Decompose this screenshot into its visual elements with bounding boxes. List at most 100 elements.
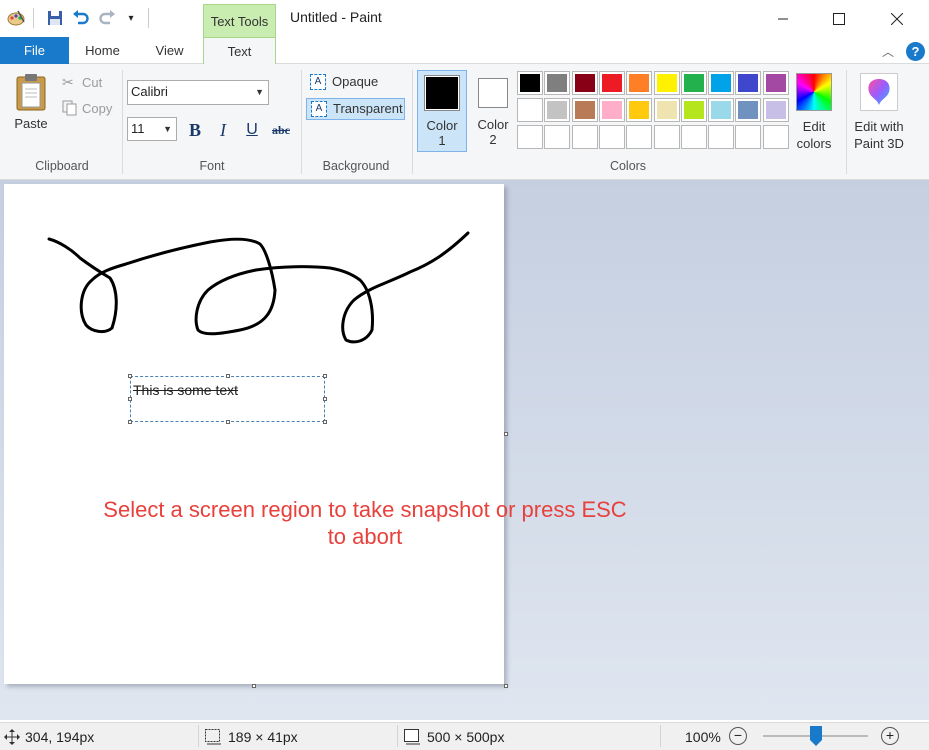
- resize-handle[interactable]: [128, 374, 132, 378]
- minus-icon: −: [733, 727, 743, 743]
- color-palette: [517, 71, 792, 153]
- palette-swatch-color: [683, 74, 704, 92]
- colors-group-label: Colors: [609, 159, 647, 173]
- group-separator: [412, 70, 413, 174]
- palette-swatch[interactable]: [544, 71, 571, 95]
- strikethrough-button[interactable]: abc: [267, 118, 295, 142]
- cut-button[interactable]: ✂ Cut: [60, 74, 120, 92]
- palette-swatch[interactable]: [708, 98, 735, 122]
- undo-icon[interactable]: [71, 8, 91, 28]
- palette-swatch[interactable]: [544, 98, 571, 122]
- status-separator: [660, 725, 661, 747]
- palette-swatch-color: [656, 128, 677, 146]
- save-icon[interactable]: [45, 8, 65, 28]
- palette-swatch[interactable]: [626, 71, 653, 95]
- palette-swatch[interactable]: [653, 98, 680, 122]
- zoom-level: 100%: [685, 729, 721, 745]
- color2-swatch: [480, 80, 506, 106]
- palette-swatch[interactable]: [762, 125, 789, 149]
- palette-swatch[interactable]: [708, 71, 735, 95]
- resize-handle[interactable]: [226, 420, 230, 424]
- opaque-button[interactable]: A Opaque: [306, 72, 405, 94]
- palette-swatch[interactable]: [544, 125, 571, 149]
- color2-label: Color: [477, 117, 509, 132]
- snapshot-instruction-line2: to abort: [327, 524, 403, 549]
- tab-text[interactable]: Text: [203, 37, 276, 65]
- status-separator: [397, 725, 398, 747]
- snapshot-instruction-line1: Select a screen region to take snapshot …: [103, 497, 627, 522]
- resize-handle[interactable]: [128, 420, 132, 424]
- bold-button[interactable]: B: [183, 118, 207, 142]
- canvas-size-icon: [404, 729, 420, 745]
- edit-colors-label-line2: colors: [796, 136, 832, 151]
- palette-swatch[interactable]: [571, 71, 598, 95]
- palette-swatch-color: [547, 128, 568, 146]
- tab-home[interactable]: Home: [69, 37, 136, 64]
- text-box-content[interactable]: This is some text: [133, 382, 238, 398]
- palette-swatch[interactable]: [598, 98, 625, 122]
- resize-handle[interactable]: [128, 397, 132, 401]
- palette-swatch[interactable]: [680, 71, 707, 95]
- palette-swatch[interactable]: [517, 125, 543, 149]
- palette-swatch[interactable]: [735, 125, 762, 149]
- palette-swatch[interactable]: [762, 98, 789, 122]
- resize-handle[interactable]: [323, 374, 327, 378]
- customize-qat-icon[interactable]: ▾: [121, 8, 141, 28]
- palette-swatch[interactable]: [571, 125, 598, 149]
- paint-app-icon[interactable]: [6, 8, 26, 28]
- resize-handle[interactable]: [226, 374, 230, 378]
- close-button[interactable]: [874, 0, 920, 37]
- edit-with-paint3d-button[interactable]: Edit with Paint 3D: [851, 71, 907, 153]
- font-family-combo[interactable]: Calibri ▼: [127, 80, 269, 105]
- palette-swatch[interactable]: [517, 71, 543, 95]
- palette-swatch[interactable]: [626, 125, 653, 149]
- transparent-button[interactable]: A Transparent: [306, 98, 405, 120]
- palette-swatch[interactable]: [653, 71, 680, 95]
- edit-colors-button[interactable]: Edit colors: [793, 71, 835, 153]
- paste-button[interactable]: Paste: [8, 70, 54, 136]
- palette-swatch[interactable]: [735, 71, 762, 95]
- palette-swatch[interactable]: [571, 98, 598, 122]
- palette-swatch[interactable]: [680, 98, 707, 122]
- tab-view[interactable]: View: [136, 37, 203, 64]
- palette-swatch[interactable]: [598, 71, 625, 95]
- canvas-resize-handle[interactable]: [504, 684, 508, 688]
- transparent-icon: A: [311, 101, 327, 117]
- palette-swatch-color: [520, 128, 540, 146]
- palette-swatch-color: [520, 101, 540, 119]
- underline-button[interactable]: U: [240, 118, 264, 142]
- palette-swatch-color: [629, 101, 650, 119]
- resize-handle[interactable]: [323, 420, 327, 424]
- palette-swatch[interactable]: [735, 98, 762, 122]
- selection-size: 189 × 41px: [228, 729, 298, 745]
- zoom-slider-thumb[interactable]: [809, 726, 822, 746]
- copy-button[interactable]: Copy: [60, 100, 120, 118]
- palette-swatch[interactable]: [598, 125, 625, 149]
- plus-icon: +: [885, 727, 895, 743]
- canvas-resize-handle[interactable]: [504, 432, 508, 436]
- scissors-icon: ✂: [62, 74, 74, 90]
- maximize-button[interactable]: [816, 0, 862, 37]
- palette-swatch-color: [711, 128, 732, 146]
- canvas-resize-handle[interactable]: [252, 684, 256, 688]
- color1-button[interactable]: Color 1: [417, 70, 467, 152]
- resize-handle[interactable]: [323, 397, 327, 401]
- color2-button[interactable]: Color 2: [468, 70, 518, 152]
- zoom-in-button[interactable]: +: [881, 727, 899, 745]
- palette-swatch[interactable]: [653, 125, 680, 149]
- collapse-ribbon-icon[interactable]: ︿: [882, 43, 894, 60]
- font-size-combo[interactable]: 11 ▼: [127, 117, 177, 141]
- palette-swatch[interactable]: [680, 125, 707, 149]
- help-icon[interactable]: ?: [906, 42, 925, 61]
- paste-icon: [16, 74, 46, 111]
- palette-swatch[interactable]: [708, 125, 735, 149]
- tab-file[interactable]: File: [0, 37, 69, 64]
- italic-button[interactable]: I: [211, 118, 235, 142]
- minimize-button[interactable]: [760, 0, 806, 37]
- palette-swatch[interactable]: [626, 98, 653, 122]
- palette-swatch[interactable]: [517, 98, 543, 122]
- palette-swatch[interactable]: [762, 71, 789, 95]
- zoom-out-button[interactable]: −: [729, 727, 747, 745]
- palette-swatch-color: [601, 101, 622, 119]
- redo-icon[interactable]: [97, 8, 117, 28]
